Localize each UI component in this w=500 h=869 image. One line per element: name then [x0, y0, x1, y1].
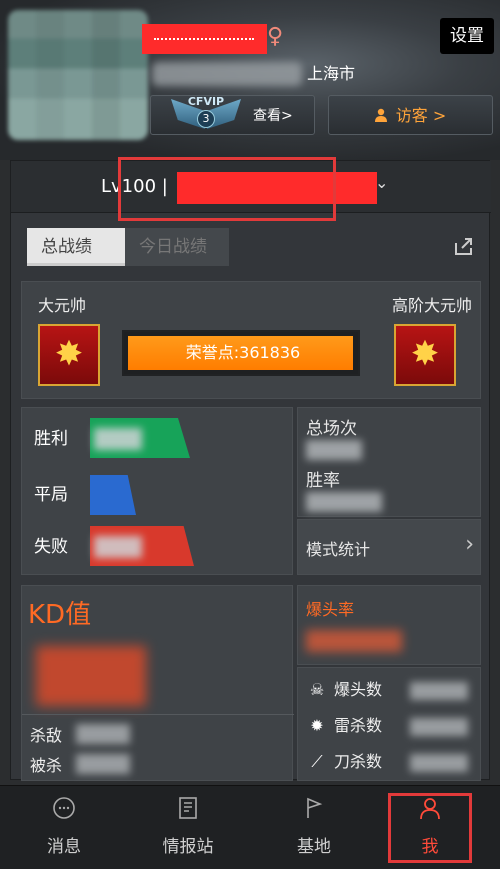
draw-label: 平局	[34, 485, 68, 505]
grenade-kills-value-blurred	[410, 718, 468, 736]
person-icon	[374, 108, 387, 122]
current-rank-badge-icon: ✸	[38, 324, 100, 386]
divider	[22, 714, 294, 715]
kd-title: KD值	[28, 600, 92, 630]
headshots-row: ☠ 爆头数	[306, 676, 382, 704]
honor-progress-bar: 荣誉点:361836	[122, 330, 360, 376]
headshot-rate-title: 爆头率	[306, 600, 355, 619]
headshots-value-blurred	[410, 682, 468, 700]
grenade-icon: ✹	[310, 716, 324, 735]
games-panel: 总场次 胜率	[297, 407, 481, 517]
win-rate-label: 胜率	[306, 471, 340, 491]
vip-badge-text: CFVIP	[187, 95, 225, 108]
lose-value-blurred	[94, 536, 142, 558]
vip-view-label: 查看>	[253, 108, 293, 124]
kills-label: 杀敌	[30, 726, 63, 745]
draw-bar	[90, 475, 136, 515]
win-rate-blurred	[306, 492, 382, 512]
deaths-value-blurred	[76, 754, 130, 774]
kd-panel: KD值 杀敌 被杀	[21, 585, 294, 781]
profile-annotation-box	[388, 793, 472, 863]
knife-kills-label: 刀杀数	[334, 752, 383, 771]
headshot-rate-blurred	[306, 630, 402, 652]
location-blurred	[152, 62, 302, 86]
honor-annotation-box	[118, 157, 336, 221]
lose-stat-row: 失败	[34, 526, 194, 566]
next-rank-badge-icon: ✸	[394, 324, 456, 386]
tab-total-stats[interactable]: 总战绩	[27, 228, 125, 266]
total-games-label: 总场次	[306, 419, 357, 439]
visitor-button[interactable]: 访客 >	[328, 95, 493, 135]
nav-base-label: 基地	[297, 837, 331, 857]
nav-intel-label: 情报站	[162, 837, 214, 857]
lose-label: 失败	[34, 537, 68, 557]
avatar[interactable]	[8, 10, 148, 140]
headshots-label: 爆头数	[334, 680, 383, 699]
current-rank-label: 大元帅	[38, 296, 87, 315]
win-stat-row: 胜利	[34, 418, 190, 458]
deaths-label: 被杀	[30, 756, 63, 775]
visitor-label: 访客 >	[395, 106, 447, 125]
stats-card: Lv100 | ⌄ 总战绩 今日战绩 大元帅 高阶大元帅 ✸ ✸ 荣誉点:361…	[10, 160, 491, 781]
mode-stats-label: 模式统计	[306, 540, 371, 559]
knife-kills-value-blurred	[410, 754, 468, 772]
honor-points-label: 荣誉点:361836	[185, 343, 301, 362]
settings-button[interactable]: 设置	[440, 18, 494, 54]
share-icon[interactable]	[453, 235, 475, 257]
win-value-blurred	[94, 428, 142, 450]
vip-view-button[interactable]: CFVIP 3 查看>	[150, 95, 315, 135]
intel-icon	[179, 797, 197, 819]
win-draw-lose-panel: 胜利 平局 失败	[21, 407, 293, 575]
next-rank-label: 高阶大元帅	[391, 296, 472, 315]
vip-badge-icon: CFVIP 3	[171, 93, 241, 137]
headshot-rate-panel: 爆头率	[297, 585, 481, 665]
nav-intel[interactable]: 情报站	[138, 786, 238, 869]
city-label: 上海市	[307, 64, 356, 83]
nav-messages-label: 消息	[47, 837, 81, 857]
username-redacted	[142, 24, 267, 54]
base-icon	[307, 797, 323, 818]
knife-icon: ⟋	[311, 752, 323, 771]
kill-types-panel: ☠ 爆头数 ✹ 雷杀数 ⟋ 刀杀数	[297, 667, 481, 781]
kills-value-blurred	[76, 724, 130, 744]
tab-today-stats[interactable]: 今日战绩	[125, 228, 229, 266]
draw-stat-row: 平局	[34, 475, 136, 515]
win-label: 胜利	[34, 429, 68, 449]
total-games-blurred	[306, 440, 362, 460]
nav-messages[interactable]: 消息	[14, 786, 114, 869]
vip-level: 3	[197, 110, 215, 128]
chevron-down-icon: ⌄	[375, 173, 389, 192]
rank-panel: 大元帅 高阶大元帅 ✸ ✸ 荣誉点:361836	[21, 281, 481, 399]
grenade-kills-label: 雷杀数	[334, 716, 383, 735]
nav-base[interactable]: 基地	[264, 786, 364, 869]
skull-icon: ☠	[309, 680, 325, 699]
message-icon	[53, 797, 75, 819]
female-gender-icon: ♀	[266, 24, 284, 49]
mode-stats-button[interactable]: 模式统计 ›	[297, 519, 481, 575]
kd-value-blurred	[36, 646, 146, 706]
profile-screen: ♀ 上海市 设置 CFVIP 3 查看> 访客 > Lv100 | ⌄ 总战绩 …	[0, 0, 500, 869]
grenade-kills-row: ✹ 雷杀数	[306, 712, 382, 740]
chevron-right-icon: ›	[465, 532, 474, 557]
knife-kills-row: ⟋ 刀杀数	[306, 748, 382, 776]
profile-header: ♀ 上海市 设置 CFVIP 3 查看> 访客 >	[0, 0, 500, 160]
